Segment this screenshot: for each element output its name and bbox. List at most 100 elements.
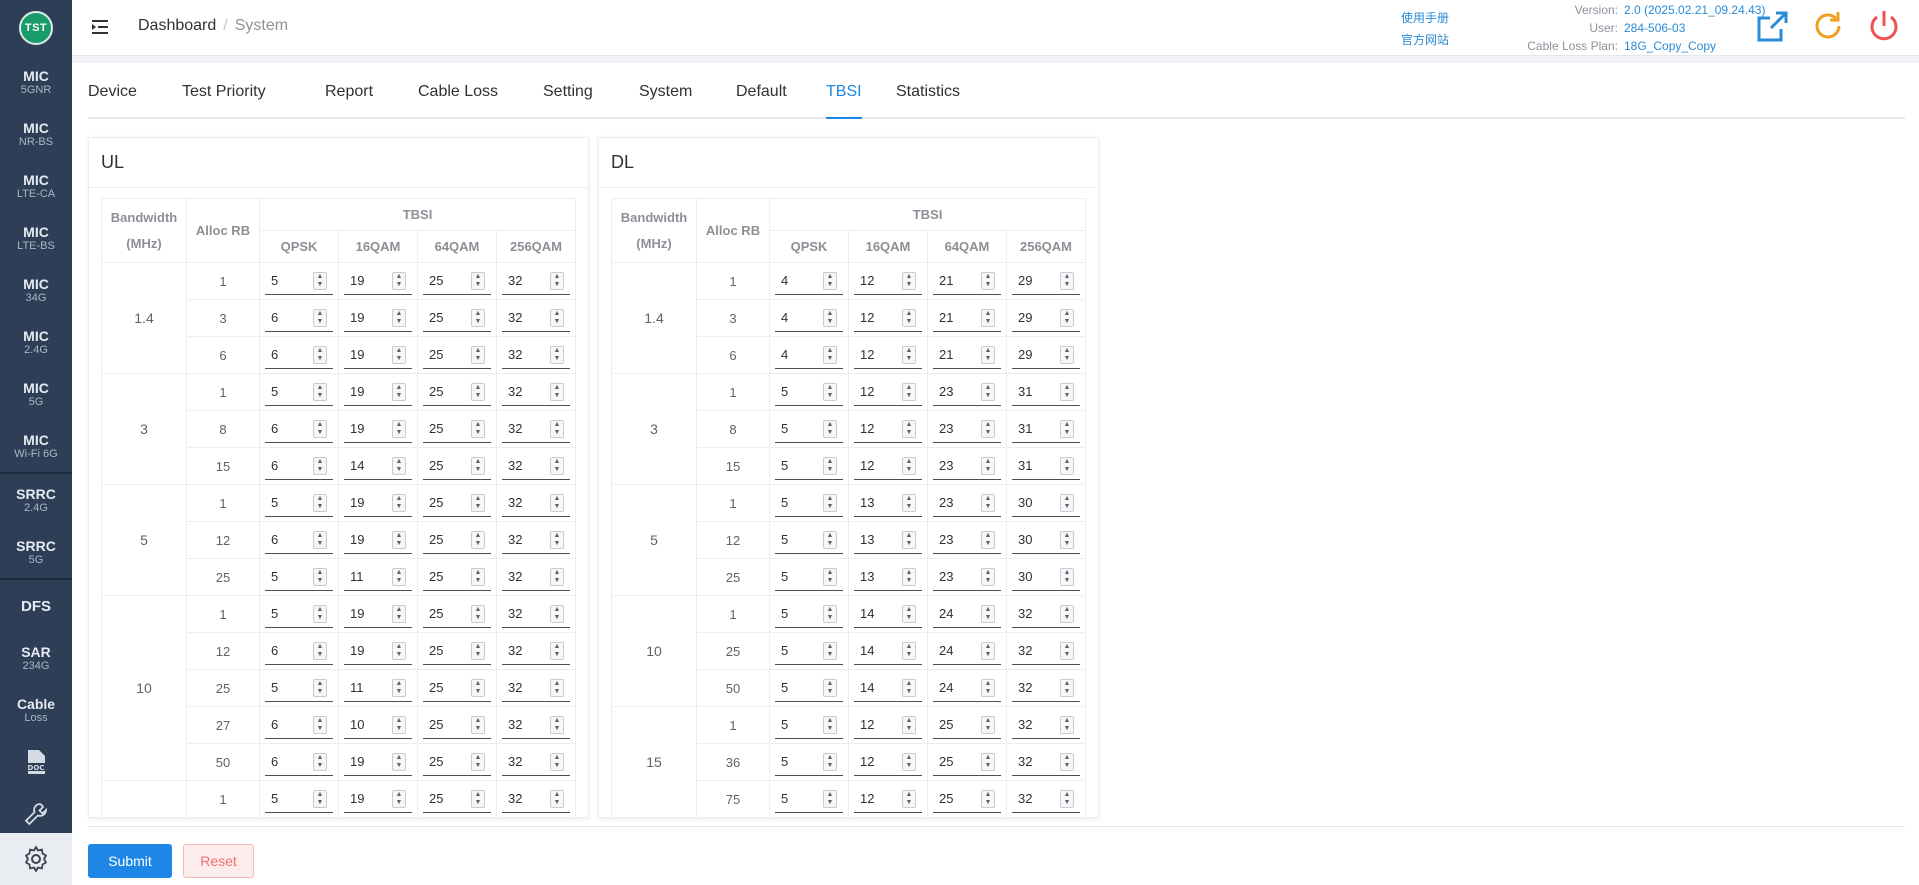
tbsi-number-input[interactable]: 29 ▲ ▼	[1012, 304, 1080, 332]
logo[interactable]: TST	[19, 11, 53, 45]
tbsi-value[interactable]: 19	[350, 532, 392, 547]
tbsi-value[interactable]: 31	[1018, 458, 1060, 473]
sidebar-item-srrc-2-4g[interactable]: SRRC 2.4G	[0, 474, 72, 526]
tbsi-value[interactable]: 19	[350, 273, 392, 288]
spinner-icon[interactable]: ▲ ▼	[823, 715, 837, 734]
sidebar-item-mic-nr-bs[interactable]: MIC NR-BS	[0, 108, 72, 160]
tbsi-value[interactable]: 32	[1018, 643, 1060, 658]
sidebar-item-mic-lte-bs[interactable]: MIC LTE-BS	[0, 212, 72, 264]
spinner-icon[interactable]: ▲ ▼	[550, 345, 564, 364]
spinner-icon[interactable]: ▲ ▼	[1060, 752, 1074, 771]
spinner-icon[interactable]: ▲ ▼	[1060, 530, 1074, 549]
tbsi-value[interactable]: 5	[781, 458, 823, 473]
tbsi-value[interactable]: 32	[508, 532, 550, 547]
tbsi-value[interactable]: 32	[508, 717, 550, 732]
spinner-icon[interactable]: ▲ ▼	[471, 567, 485, 586]
tbsi-value[interactable]: 24	[939, 606, 981, 621]
tbsi-value[interactable]: 32	[508, 310, 550, 325]
tbsi-number-input[interactable]: 32 ▲ ▼	[502, 600, 570, 628]
tab-statistics[interactable]: Statistics	[896, 79, 960, 119]
tbsi-number-input[interactable]: 31 ▲ ▼	[1012, 378, 1080, 406]
tbsi-value[interactable]: 32	[508, 421, 550, 436]
tbsi-number-input[interactable]: 5 ▲ ▼	[265, 489, 333, 517]
tbsi-value[interactable]: 30	[1018, 532, 1060, 547]
tbsi-number-input[interactable]: 12 ▲ ▼	[854, 452, 922, 480]
tbsi-value[interactable]: 23	[939, 569, 981, 584]
tbsi-number-input[interactable]: 32 ▲ ▼	[502, 785, 570, 813]
spinner-icon[interactable]: ▲ ▼	[550, 604, 564, 623]
tbsi-number-input[interactable]: 25 ▲ ▼	[423, 563, 491, 591]
spinner-icon[interactable]: ▲ ▼	[981, 567, 995, 586]
tbsi-value[interactable]: 30	[1018, 569, 1060, 584]
manual-link[interactable]: 使用手册	[1401, 7, 1449, 29]
tbsi-number-input[interactable]: 32 ▲ ▼	[502, 341, 570, 369]
spinner-icon[interactable]: ▲ ▼	[550, 271, 564, 290]
spinner-icon[interactable]: ▲ ▼	[902, 567, 916, 586]
tbsi-number-input[interactable]: 5 ▲ ▼	[775, 452, 843, 480]
spinner-icon[interactable]: ▲ ▼	[313, 308, 327, 327]
spinner-icon[interactable]: ▲ ▼	[1060, 493, 1074, 512]
spinner-icon[interactable]: ▲ ▼	[823, 419, 837, 438]
tbsi-number-input[interactable]: 12 ▲ ▼	[854, 304, 922, 332]
spinner-icon[interactable]: ▲ ▼	[471, 271, 485, 290]
spinner-icon[interactable]: ▲ ▼	[1060, 345, 1074, 364]
tbsi-value[interactable]: 23	[939, 421, 981, 436]
tbsi-number-input[interactable]: 25 ▲ ▼	[423, 637, 491, 665]
tbsi-value[interactable]: 5	[781, 791, 823, 806]
tbsi-value[interactable]: 5	[271, 680, 313, 695]
tbsi-number-input[interactable]: 4 ▲ ▼	[775, 267, 843, 295]
tbsi-number-input[interactable]: 5 ▲ ▼	[775, 489, 843, 517]
spinner-icon[interactable]: ▲ ▼	[981, 493, 995, 512]
spinner-icon[interactable]: ▲ ▼	[981, 308, 995, 327]
sidebar-item-mic-5g[interactable]: MIC 5G	[0, 368, 72, 420]
spinner-icon[interactable]: ▲ ▼	[823, 345, 837, 364]
tbsi-number-input[interactable]: 19 ▲ ▼	[344, 526, 412, 554]
tbsi-number-input[interactable]: 12 ▲ ▼	[854, 378, 922, 406]
tbsi-value[interactable]: 23	[939, 458, 981, 473]
tbsi-number-input[interactable]: 25 ▲ ▼	[423, 748, 491, 776]
tbsi-number-input[interactable]: 5 ▲ ▼	[265, 563, 333, 591]
tbsi-number-input[interactable]: 32 ▲ ▼	[502, 748, 570, 776]
tbsi-number-input[interactable]: 31 ▲ ▼	[1012, 415, 1080, 443]
tbsi-number-input[interactable]: 19 ▲ ▼	[344, 304, 412, 332]
spinner-icon[interactable]: ▲ ▼	[1060, 567, 1074, 586]
tbsi-value[interactable]: 25	[429, 717, 471, 732]
spinner-icon[interactable]: ▲ ▼	[471, 678, 485, 697]
spinner-icon[interactable]: ▲ ▼	[981, 456, 995, 475]
tbsi-number-input[interactable]: 12 ▲ ▼	[854, 785, 922, 813]
tbsi-number-input[interactable]: 32 ▲ ▼	[1012, 674, 1080, 702]
tbsi-number-input[interactable]: 25 ▲ ▼	[423, 341, 491, 369]
spinner-icon[interactable]: ▲ ▼	[392, 641, 406, 660]
tbsi-value[interactable]: 31	[1018, 384, 1060, 399]
tbsi-value[interactable]: 5	[781, 680, 823, 695]
tbsi-number-input[interactable]: 5 ▲ ▼	[775, 415, 843, 443]
tbsi-value[interactable]: 21	[939, 347, 981, 362]
tbsi-value[interactable]: 5	[781, 717, 823, 732]
tbsi-value[interactable]: 32	[508, 495, 550, 510]
tbsi-value[interactable]: 32	[508, 791, 550, 806]
spinner-icon[interactable]: ▲ ▼	[1060, 271, 1074, 290]
tbsi-number-input[interactable]: 25 ▲ ▼	[933, 785, 1001, 813]
tbsi-number-input[interactable]: 25 ▲ ▼	[933, 748, 1001, 776]
tbsi-value[interactable]: 19	[350, 606, 392, 621]
doc-icon[interactable]: DOC	[0, 736, 72, 788]
tbsi-value[interactable]: 11	[350, 569, 392, 584]
tbsi-number-input[interactable]: 29 ▲ ▼	[1012, 267, 1080, 295]
tbsi-number-input[interactable]: 12 ▲ ▼	[854, 711, 922, 739]
tbsi-number-input[interactable]: 6 ▲ ▼	[265, 341, 333, 369]
tbsi-value[interactable]: 12	[860, 458, 902, 473]
spinner-icon[interactable]: ▲ ▼	[1060, 715, 1074, 734]
spinner-icon[interactable]: ▲ ▼	[550, 567, 564, 586]
sidebar-item-sar-234g[interactable]: SAR 234G	[0, 632, 72, 684]
spinner-icon[interactable]: ▲ ▼	[471, 715, 485, 734]
spinner-icon[interactable]: ▲ ▼	[823, 530, 837, 549]
tbsi-value[interactable]: 5	[271, 495, 313, 510]
spinner-icon[interactable]: ▲ ▼	[471, 382, 485, 401]
tbsi-number-input[interactable]: 5 ▲ ▼	[265, 674, 333, 702]
tbsi-number-input[interactable]: 31 ▲ ▼	[1012, 452, 1080, 480]
spinner-icon[interactable]: ▲ ▼	[471, 456, 485, 475]
spinner-icon[interactable]: ▲ ▼	[1060, 789, 1074, 808]
spinner-icon[interactable]: ▲ ▼	[313, 493, 327, 512]
tbsi-number-input[interactable]: 10 ▲ ▼	[344, 711, 412, 739]
tbsi-value[interactable]: 32	[508, 754, 550, 769]
